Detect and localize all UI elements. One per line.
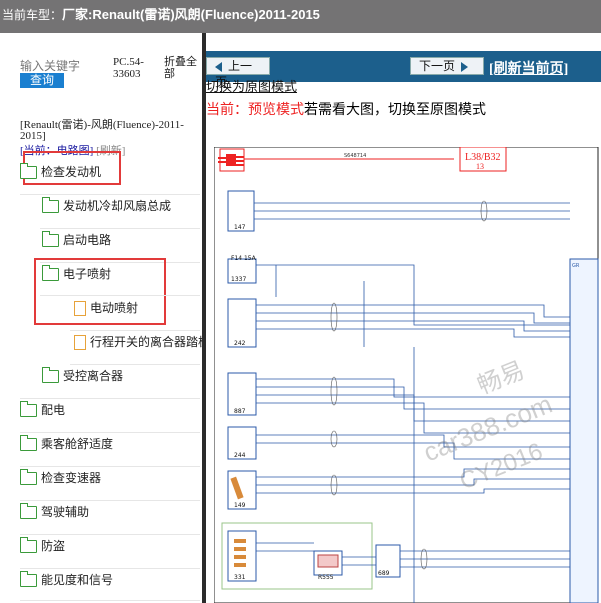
diagram-header-code: S648714 (344, 153, 366, 159)
component-label: R555 (318, 574, 334, 581)
tree-item-check-engine[interactable]: 检查发动机 (20, 162, 101, 182)
divider (40, 228, 200, 229)
folder-icon (42, 231, 59, 247)
component-label: 689 (378, 570, 390, 577)
current-model: 厂家:Renault(雷诺)风朗(Fluence)2011-2015 (62, 7, 320, 22)
arrow-right-icon (461, 61, 469, 72)
divider (70, 330, 200, 331)
component-label: 244 (234, 452, 246, 459)
folder-icon (20, 571, 37, 587)
component-label: 887 (234, 408, 246, 415)
folder-icon (20, 435, 37, 451)
file-icon (74, 301, 86, 316)
page-toolbar: 上一页 下一页 [刷新当前页] (206, 51, 601, 89)
folder-icon (20, 503, 37, 519)
folder-icon (20, 469, 37, 485)
tree-item-start-circuit[interactable]: 启动电路 (42, 230, 111, 250)
tree-item-visibility-signal[interactable]: 能见度和信号 (20, 570, 113, 590)
component-label: 149 (234, 502, 246, 509)
tree-item-electronic-injection[interactable]: 电子喷射 (42, 264, 111, 284)
search-input[interactable]: 输入关键字 (20, 59, 80, 73)
vehicle-path: [Renault(雷诺)-风朗(Fluence)-2011-2015] (20, 119, 184, 142)
right-panel: 上一页 下一页 [刷新当前页] 切换为原图模式 当前：预览模式若需看大图，切换至… (206, 33, 601, 603)
component-label: 331 (234, 574, 246, 581)
diagram-page-number: 13 (476, 162, 484, 171)
divider (20, 600, 200, 601)
divider (40, 295, 200, 296)
collapse-all-button[interactable]: 折叠全部 (164, 56, 200, 80)
component-label: 1337 (231, 276, 246, 283)
divider (20, 466, 200, 467)
tree-item-driving-assist[interactable]: 驾驶辅助 (20, 502, 89, 522)
tree-item-check-transmission[interactable]: 检查变速器 (20, 468, 101, 488)
component-label: 147 (234, 224, 246, 231)
switch-mode-link[interactable]: 切换为原图模式 (206, 81, 297, 95)
folder-icon (20, 537, 37, 553)
divider (20, 398, 200, 399)
divider (20, 500, 200, 501)
mode-current: 当前：预览模式 (206, 102, 304, 118)
tree-item-cabin-comfort[interactable]: 乘客舱舒适度 (20, 434, 113, 454)
folder-icon (20, 163, 37, 179)
title-bar: 当前车型：厂家:Renault(雷诺)风朗(Fluence)2011-2015 (0, 0, 601, 33)
search-block: 输入关键字 (20, 57, 80, 74)
folder-icon (42, 265, 59, 281)
next-page-button[interactable]: 下一页 (410, 57, 484, 75)
fuse-label: F14 15A (231, 255, 257, 262)
divider (20, 432, 200, 433)
divider (20, 568, 200, 569)
tree-item-clutch-pedal-switch[interactable]: 行程开关的离合器踏板 (74, 332, 203, 352)
file-icon (74, 335, 86, 350)
pc-code: PC.54-33603 (113, 56, 144, 80)
refresh-page-link[interactable]: [刷新当前页] (489, 58, 568, 78)
svg-text:GR: GR (572, 263, 580, 269)
folder-icon (42, 197, 59, 213)
query-button[interactable]: 查询 (20, 73, 64, 88)
divider (20, 194, 200, 195)
tree-item-power-distribution[interactable]: 配电 (20, 400, 65, 420)
current-model-prefix: 当前车型： (2, 8, 63, 22)
divider (70, 364, 200, 365)
arrow-left-icon (215, 61, 222, 72)
left-panel: 输入关键字 查询 PC.54-33603 折叠全部 [Renault(雷诺)-风… (0, 33, 203, 603)
folder-icon (42, 367, 59, 383)
mode-line: 当前：预览模式若需看大图，切换至原图模式 (206, 99, 486, 119)
tree-item-anti-theft[interactable]: 防盗 (20, 536, 65, 556)
tree-item-controlled-clutch[interactable]: 受控离合器 (42, 366, 123, 386)
mode-hint: 若需看大图，切换至原图模式 (304, 102, 486, 118)
wiring-diagram[interactable]: S648714 L38/B32 13 GR 147 1337 F14 15A 2… (214, 147, 601, 603)
tree-item-electric-injection[interactable]: 电动喷射 (74, 298, 138, 318)
component-label: 242 (234, 340, 246, 347)
tree-item-cooling-fan[interactable]: 发动机冷却风扇总成 (42, 196, 171, 216)
divider (20, 534, 200, 535)
folder-icon (20, 401, 37, 417)
prev-page-button[interactable]: 上一页 (206, 57, 270, 89)
